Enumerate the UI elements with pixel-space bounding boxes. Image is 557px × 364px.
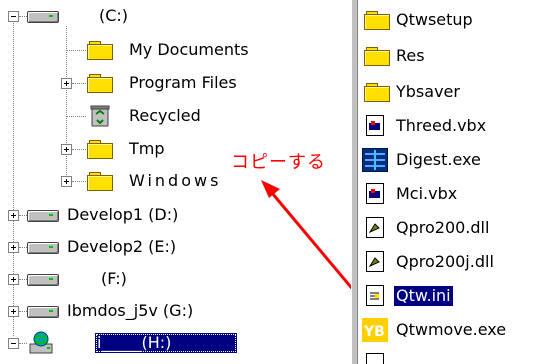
- file-name: Threed.vbx: [396, 116, 487, 135]
- file-name: Mci.vbx: [396, 184, 458, 203]
- vbx-file-icon: [366, 115, 386, 137]
- file-name: Qpro200j.dll: [396, 252, 494, 271]
- ini-file-icon: [366, 285, 386, 307]
- file-list-pane[interactable]: Qtwsetup Res Ybsaver Threed.vbx Digest.e…: [358, 2, 557, 364]
- file-name: Res: [396, 46, 425, 65]
- folder-icon: [364, 11, 390, 30]
- file-name: Ybsaver: [396, 82, 460, 101]
- svg-text:YB: YB: [363, 324, 385, 340]
- dll-file-icon: [366, 251, 386, 273]
- pane-splitter[interactable]: [351, 0, 358, 364]
- yb-exe-icon: YB: [362, 318, 388, 342]
- file-name: Qpro200.dll: [396, 218, 490, 237]
- vbx-file-icon: [366, 183, 386, 205]
- copy-arrow-annotation: [261, 180, 351, 290]
- folder-icon: [364, 83, 390, 102]
- dll-file-icon: [366, 217, 386, 239]
- folder-icon: [364, 47, 390, 66]
- folder-tree-pane[interactable]: (C:) My Documents Program Files Recycled…: [3, 2, 351, 364]
- file-name-selected: Qtw.ini: [394, 286, 453, 306]
- file-name: Digest.exe: [396, 150, 481, 169]
- file-name: Qtwsetup: [396, 10, 473, 29]
- explorer-window: (C:) My Documents Program Files Recycled…: [0, 0, 557, 364]
- file-icon: [366, 353, 386, 364]
- exe-file-icon: [361, 147, 389, 173]
- file-name: Qtwmove.exe: [396, 320, 507, 339]
